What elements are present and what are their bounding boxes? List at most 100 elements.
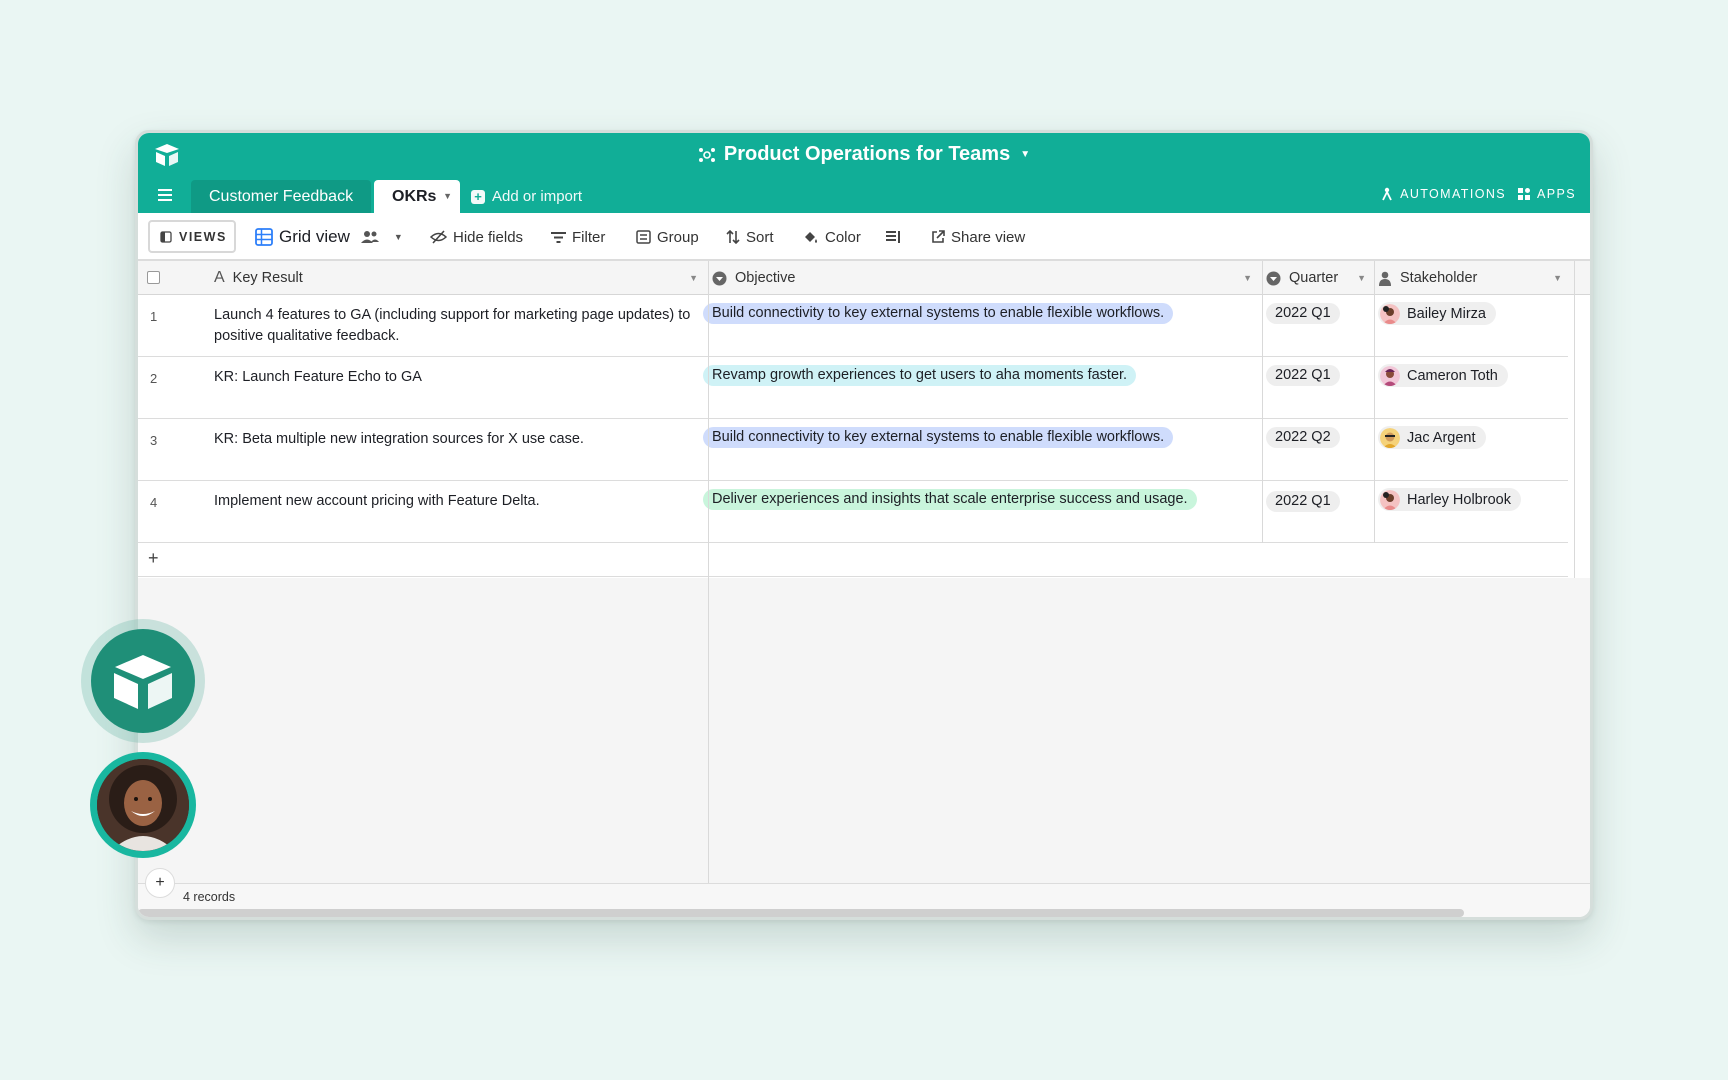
- single-select-icon: [712, 271, 727, 285]
- grid-icon: [255, 228, 273, 246]
- stakeholder-name: Jac Argent: [1407, 429, 1476, 446]
- hide-fields-button[interactable]: Hide fields: [430, 213, 523, 261]
- table-row[interactable]: 4 Implement new account pricing with Fea…: [138, 481, 1568, 543]
- app-header: Product Operations for Teams ▼ Customer …: [138, 133, 1590, 213]
- color-button[interactable]: Color: [803, 213, 861, 261]
- app-window: Product Operations for Teams ▼ Customer …: [135, 130, 1593, 920]
- objective-pill[interactable]: Build connectivity to key external syste…: [703, 427, 1174, 448]
- row-number: 4: [150, 495, 158, 510]
- chevron-down-icon: ▼: [1020, 149, 1031, 160]
- airtable-logo-icon: [114, 655, 172, 709]
- avatar: [1380, 427, 1400, 448]
- quarter-pill[interactable]: 2022 Q1: [1266, 365, 1340, 386]
- stakeholder-chip[interactable]: Cameron Toth: [1378, 364, 1508, 387]
- menu-icon[interactable]: [156, 186, 174, 204]
- stakeholder-name: Harley Holbrook: [1407, 491, 1511, 508]
- paint-bucket-icon: [805, 231, 817, 243]
- frozen-column-divider[interactable]: [708, 261, 709, 888]
- horizontal-scrollbar[interactable]: [138, 909, 1464, 917]
- column-divider: [1374, 261, 1375, 543]
- grid-footer: + 4 records: [138, 868, 1590, 917]
- avatar: [1380, 303, 1400, 324]
- plus-icon: +: [471, 189, 485, 204]
- group-button[interactable]: Group: [636, 213, 699, 261]
- column-header-label: Quarter: [1289, 270, 1339, 286]
- chevron-down-icon[interactable]: ▼: [1553, 273, 1562, 283]
- group-label: Group: [657, 228, 699, 246]
- column-header-objective[interactable]: Objective ▼: [712, 261, 1258, 295]
- views-button[interactable]: VIEWS: [148, 220, 236, 253]
- column-header-label: Objective: [735, 270, 796, 286]
- apps-label: APPS: [1537, 187, 1576, 201]
- select-all-checkbox[interactable]: [147, 271, 160, 284]
- table-row[interactable]: 1 Launch 4 features to GA (including sup…: [138, 295, 1568, 357]
- column-header-stakeholder[interactable]: Stakeholder ▼: [1378, 261, 1568, 295]
- base-icon: [698, 147, 715, 162]
- plus-icon: +: [148, 548, 159, 568]
- row-number: 2: [150, 371, 158, 386]
- key-result-cell[interactable]: Launch 4 features to GA (including suppo…: [214, 305, 704, 347]
- apps-icon: [1518, 188, 1531, 200]
- sort-icon: [726, 230, 740, 244]
- table-tabbar: Customer Feedback OKRs ▼ + Add or import…: [138, 177, 1590, 213]
- record-count: 4 records: [183, 890, 236, 904]
- tab-label: OKRs: [392, 188, 437, 205]
- objective-pill[interactable]: Build connectivity to key external syste…: [703, 303, 1174, 324]
- grid-view-switcher[interactable]: Grid view ▼: [255, 213, 403, 261]
- add-record-button[interactable]: +: [145, 868, 175, 898]
- empty-grid-area: [138, 578, 1590, 888]
- row-number: 3: [150, 433, 158, 448]
- column-header-quarter[interactable]: Quarter ▼: [1266, 261, 1372, 295]
- base-title[interactable]: Product Operations for Teams ▼: [138, 143, 1590, 166]
- filter-icon: [551, 231, 566, 243]
- table-row[interactable]: 2 KR: Launch Feature Echo to GA Revamp g…: [138, 357, 1568, 419]
- objective-pill[interactable]: Deliver experiences and insights that sc…: [703, 489, 1197, 510]
- column-divider: [1262, 261, 1263, 543]
- sort-label: Sort: [746, 228, 774, 246]
- group-icon: [636, 230, 651, 244]
- column-header-label: Stakeholder: [1400, 270, 1478, 286]
- share-view-button[interactable]: Share view: [931, 213, 1025, 261]
- key-result-cell[interactable]: Implement new account pricing with Featu…: [214, 491, 704, 512]
- stakeholder-chip[interactable]: Bailey Mirza: [1378, 302, 1496, 325]
- chevron-down-icon[interactable]: ▼: [1357, 273, 1366, 283]
- tab-customer-feedback[interactable]: Customer Feedback: [191, 180, 372, 213]
- chevron-down-icon[interactable]: ▼: [689, 273, 698, 283]
- row-number: 1: [150, 309, 158, 324]
- table-row[interactable]: 3 KR: Beta multiple new integration sour…: [138, 419, 1568, 481]
- share-icon: [932, 230, 945, 243]
- text-field-icon: A: [214, 269, 225, 286]
- grid-view-label: Grid view: [279, 227, 350, 246]
- person-photo-icon: [97, 759, 189, 851]
- single-select-icon: [1266, 271, 1281, 285]
- color-label: Color: [825, 228, 861, 246]
- column-header-label: Key Result: [232, 270, 303, 286]
- stakeholder-chip[interactable]: Harley Holbrook: [1378, 488, 1521, 511]
- quarter-pill[interactable]: 2022 Q1: [1266, 303, 1340, 324]
- collaborator-avatar: [90, 752, 196, 858]
- avatar: [1380, 365, 1400, 386]
- automations-label: AUTOMATIONS: [1400, 187, 1506, 201]
- sort-button[interactable]: Sort: [726, 213, 774, 261]
- apps-button[interactable]: APPS: [1517, 187, 1576, 201]
- filter-button[interactable]: Filter: [551, 213, 605, 261]
- quarter-pill[interactable]: 2022 Q2: [1266, 427, 1340, 448]
- automations-button[interactable]: AUTOMATIONS: [1380, 187, 1506, 201]
- key-result-cell[interactable]: KR: Beta multiple new integration source…: [214, 429, 704, 450]
- views-label: VIEWS: [179, 229, 227, 244]
- add-record-row[interactable]: +: [138, 543, 1568, 577]
- add-or-import-button[interactable]: + Add or import: [471, 180, 582, 213]
- stakeholder-chip[interactable]: Jac Argent: [1378, 426, 1486, 449]
- quarter-pill[interactable]: 2022 Q1: [1266, 491, 1340, 512]
- chevron-down-icon[interactable]: ▼: [394, 232, 403, 242]
- tab-okrs[interactable]: OKRs ▼: [374, 180, 460, 213]
- data-grid: A Key Result ▼ Objective ▼ Quarter ▼ Sta…: [138, 261, 1590, 888]
- row-height-icon: [886, 231, 900, 243]
- chevron-down-icon[interactable]: ▼: [1243, 273, 1252, 283]
- row-height-button[interactable]: [886, 213, 902, 261]
- key-result-cell[interactable]: KR: Launch Feature Echo to GA: [214, 367, 704, 388]
- objective-pill[interactable]: Revamp growth experiences to get users t…: [703, 365, 1137, 386]
- chevron-down-icon[interactable]: ▼: [443, 180, 452, 213]
- collaborative-users-icon: [360, 231, 379, 243]
- column-header-key-result[interactable]: A Key Result ▼: [214, 261, 704, 295]
